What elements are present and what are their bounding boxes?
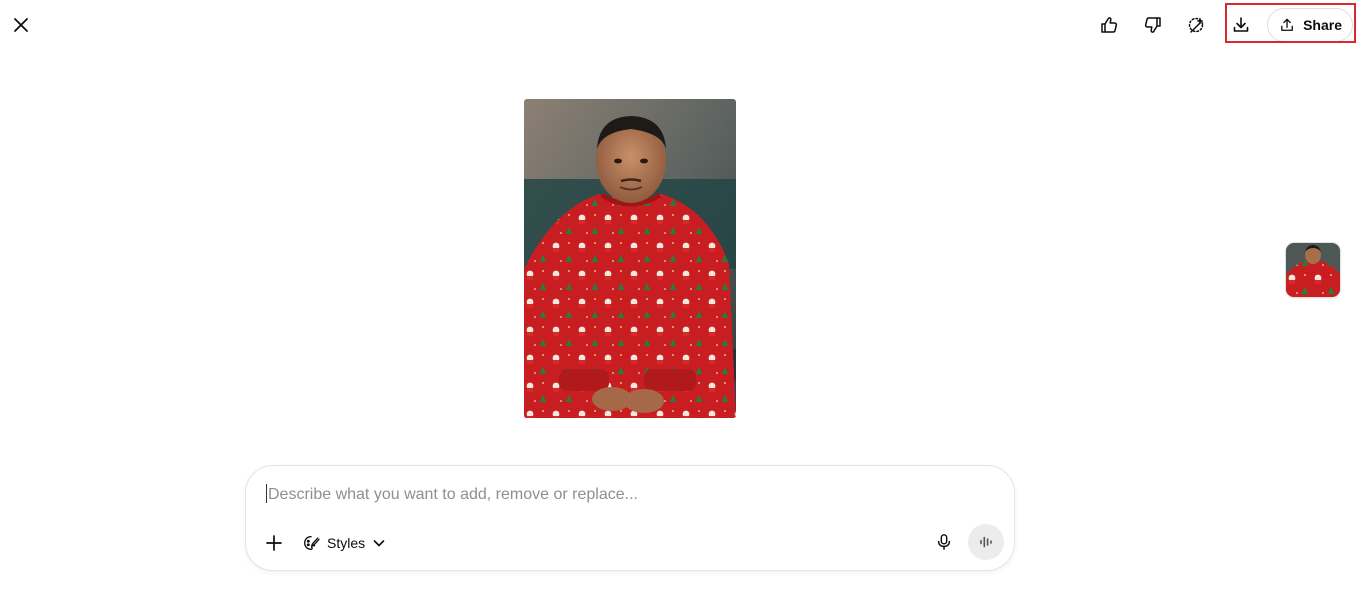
add-attachment-button[interactable] <box>258 527 290 559</box>
close-button[interactable] <box>5 9 37 41</box>
like-button[interactable] <box>1093 9 1125 41</box>
magic-select-icon <box>1188 17 1204 33</box>
download-button[interactable] <box>1225 9 1257 41</box>
image-editor-view: Share Describe what you want to add, rem… <box>0 0 1359 600</box>
select-area-button[interactable] <box>1181 9 1213 41</box>
generated-image[interactable] <box>524 99 736 418</box>
dictate-button[interactable] <box>928 526 960 558</box>
styles-dropdown-button[interactable]: Styles <box>298 527 390 559</box>
dislike-button[interactable] <box>1137 9 1169 41</box>
edit-prompt-input[interactable]: Describe what you want to add, remove or… <box>266 484 986 506</box>
plus-icon <box>266 535 282 551</box>
chevron-down-icon <box>373 540 385 547</box>
microphone-icon <box>937 534 951 550</box>
image-thumbnail[interactable] <box>1286 243 1340 297</box>
voice-mode-icon <box>980 536 992 548</box>
download-icon <box>1233 17 1249 32</box>
thumbnail-illustration <box>1286 243 1340 297</box>
close-icon <box>14 18 28 32</box>
share-label: Share <box>1303 17 1342 33</box>
palette-brush-icon <box>304 536 320 550</box>
thumbs-down-icon <box>1144 17 1161 33</box>
portrait-illustration <box>524 99 736 418</box>
share-upload-icon <box>1281 18 1293 31</box>
edit-prompt-placeholder: Describe what you want to add, remove or… <box>268 486 638 503</box>
text-caret <box>266 484 267 503</box>
styles-label: Styles <box>327 535 366 551</box>
share-button[interactable]: Share <box>1267 8 1353 42</box>
thumbs-up-icon <box>1101 17 1118 33</box>
edit-prompt-composer: Describe what you want to add, remove or… <box>245 465 1015 571</box>
voice-mode-button[interactable] <box>968 524 1004 560</box>
